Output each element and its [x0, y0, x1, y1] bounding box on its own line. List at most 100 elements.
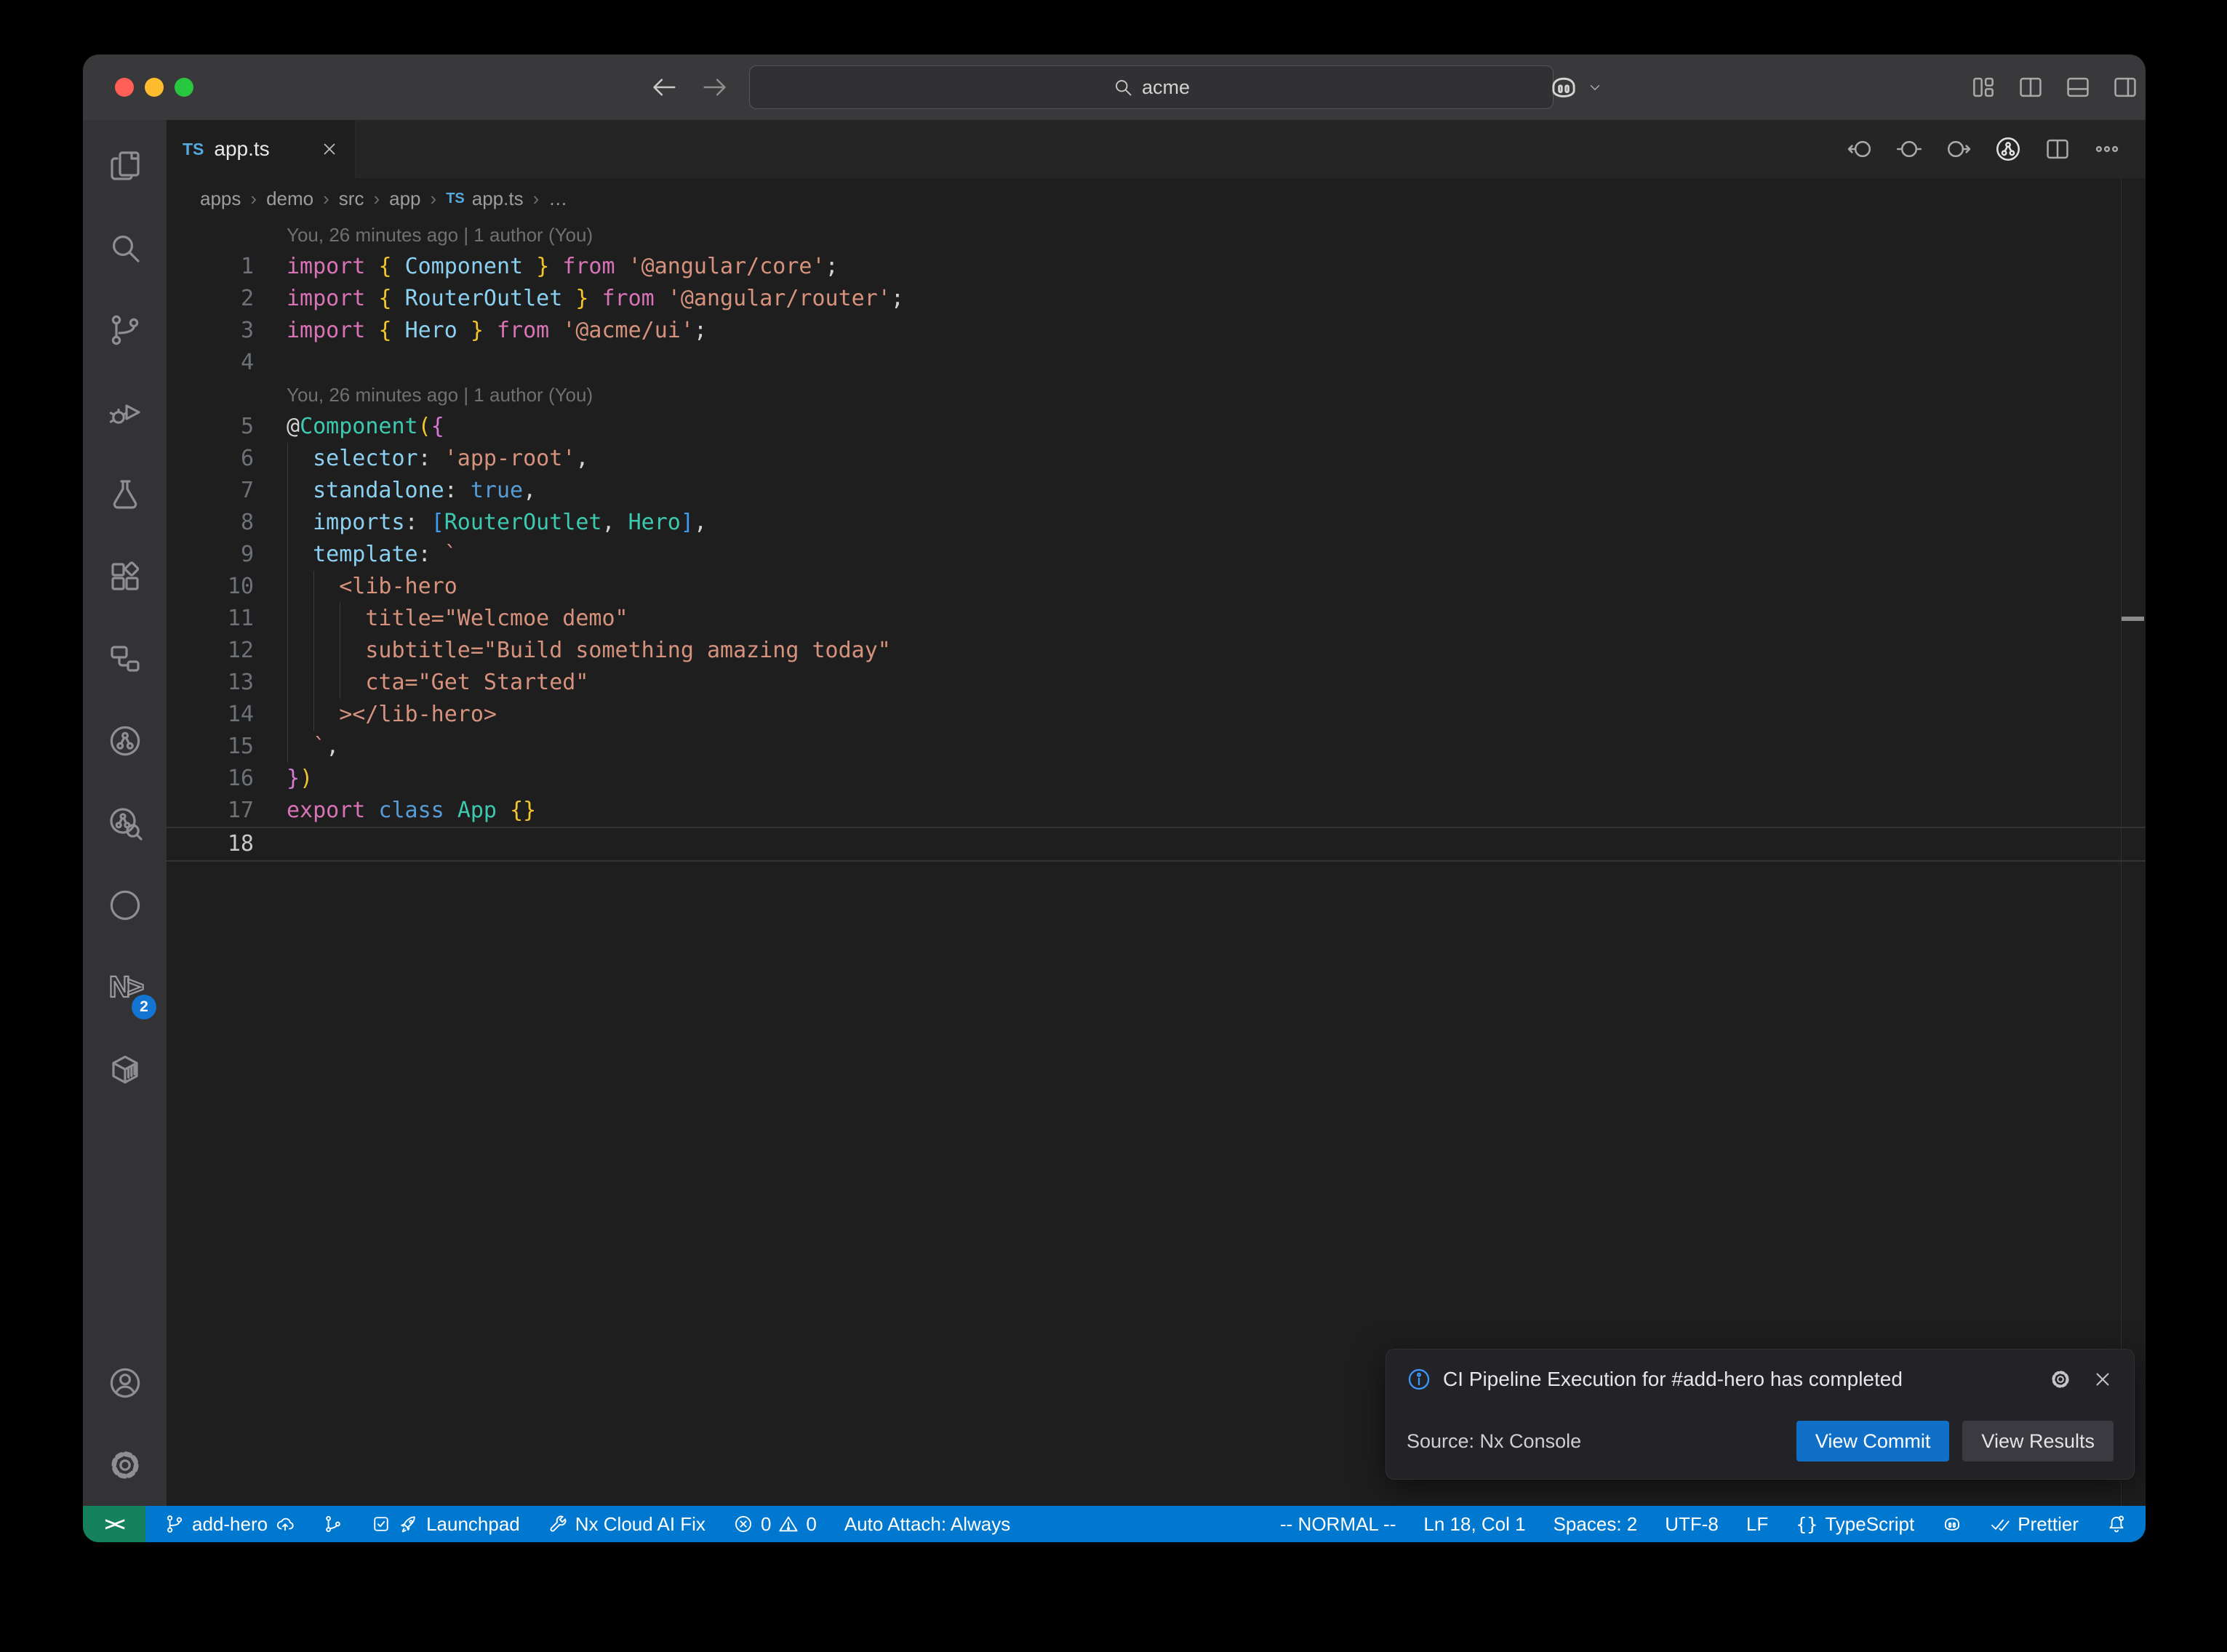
tab-close-button[interactable] [320, 140, 339, 159]
code-token: @ [287, 414, 300, 439]
status-item-auto-attach[interactable]: Auto Attach: Always [844, 1513, 1010, 1536]
code-token: ; [891, 286, 904, 311]
status-item-problems[interactable]: 00 [733, 1513, 817, 1536]
code-editor[interactable]: You, 26 minutes ago | 1 author (You)1imp… [167, 219, 2146, 1506]
view-commit-button[interactable]: View Commit [1796, 1421, 1950, 1461]
blame-annotation: You, 26 minutes ago | 1 author (You) [287, 379, 2146, 411]
toggle-secondary-sidebar-button[interactable] [2111, 73, 2139, 101]
code-token: RouterOutlet [405, 286, 563, 311]
activity-item-containers[interactable] [83, 1028, 167, 1110]
line-text: }) [287, 763, 2146, 795]
code-line: 1import { Component } from '@angular/cor… [167, 251, 2146, 283]
code-token: '@acme/ui' [562, 318, 694, 343]
activity-item-nx-graph-search[interactable] [83, 782, 167, 864]
graph-circle-icon [108, 723, 143, 758]
status-item-notifications-bell[interactable] [2106, 1514, 2127, 1534]
activity-item-nx-console[interactable]: N>2 [83, 946, 167, 1028]
breadcrumb-item-[interactable]: … [548, 188, 567, 210]
code-token: ( [418, 414, 431, 439]
status-item-vim-mode[interactable]: -- NORMAL -- [1280, 1513, 1396, 1536]
line-text: `, [287, 731, 2146, 763]
activity-item-nx-graph[interactable] [83, 699, 167, 782]
status-item-launchpad[interactable]: Launchpad [371, 1513, 520, 1536]
status-item-git-branch[interactable]: add-hero [164, 1513, 295, 1536]
split-editor-button[interactable] [2044, 135, 2071, 163]
nx-project-graph-button[interactable] [1994, 135, 2022, 163]
code-token: 'app-root' [444, 446, 576, 471]
status-item-eol[interactable]: LF [1746, 1513, 1768, 1536]
remote-indicator[interactable]: >< [83, 1506, 145, 1542]
status-item-commit-graph[interactable] [323, 1514, 343, 1534]
breadcrumb-item-src[interactable]: src [339, 188, 364, 210]
code-token: { [378, 318, 391, 343]
code-token [655, 286, 668, 311]
line-number: 11 [167, 603, 287, 635]
tab-app-ts[interactable]: TS app.ts [167, 120, 356, 178]
activity-item-explorer[interactable] [83, 124, 167, 206]
breadcrumb-item-app[interactable]: app [389, 188, 420, 210]
activity-item-settings[interactable] [83, 1424, 167, 1506]
customize-layout-button[interactable] [1970, 73, 1997, 101]
line-text: selector: 'app-root', [287, 443, 2146, 475]
activity-item-extensions[interactable] [83, 535, 167, 617]
status-item-language-mode[interactable]: {}TypeScript [1796, 1513, 1914, 1536]
activity-item-source-control[interactable] [83, 289, 167, 371]
copilot-menu[interactable] [1548, 55, 1603, 120]
command-center[interactable]: acme [749, 65, 1554, 109]
connected-boxes-icon [108, 641, 143, 676]
status-item-indentation[interactable]: Spaces: 2 [1554, 1513, 1638, 1536]
go-back-icon[interactable] [650, 73, 678, 101]
code-line: 17export class App {} [167, 795, 2146, 827]
split-editor-button[interactable] [2017, 73, 2044, 101]
status-item-encoding[interactable]: UTF-8 [1665, 1513, 1719, 1536]
code-line: 11 title="Welcmoe demo" [167, 603, 2146, 635]
notification-close-icon[interactable] [2092, 1368, 2114, 1390]
blame-row: You, 26 minutes ago | 1 author (You) [167, 379, 2146, 411]
zoom-window-button[interactable] [175, 78, 193, 97]
breadcrumb-item-demo[interactable]: demo [266, 188, 313, 210]
code-lines: You, 26 minutes ago | 1 author (You)1imp… [167, 219, 2146, 862]
line-text [287, 347, 2146, 379]
notification-settings-icon[interactable] [2050, 1368, 2071, 1390]
activity-item-accounts[interactable] [83, 1342, 167, 1424]
notification-source: Source: Nx Console [1407, 1430, 1581, 1453]
activity-item-testing[interactable] [83, 453, 167, 535]
activity-item-edge-browser[interactable] [83, 864, 167, 946]
blame-annotation: You, 26 minutes ago | 1 author (You) [287, 219, 2146, 251]
code-token: imports [313, 510, 404, 535]
status-item-prettier[interactable]: Prettier [1990, 1513, 2079, 1536]
minimize-window-button[interactable] [145, 78, 164, 97]
view-results-button[interactable]: View Results [1962, 1421, 2114, 1461]
graph-circle-icon [1994, 135, 2022, 163]
breadcrumb-item-appts[interactable]: TSapp.ts [446, 188, 523, 210]
nav-forward-button[interactable] [1945, 135, 1972, 163]
activity-item-search[interactable] [83, 206, 167, 289]
code-token: Hero [405, 318, 457, 343]
status-item-nx-cloud-ai-fix[interactable]: Nx Cloud AI Fix [548, 1513, 705, 1536]
status-item-cursor-position[interactable]: Ln 18, Col 1 [1423, 1513, 1525, 1536]
more-actions-button[interactable] [2093, 135, 2121, 163]
code-line: 2import { RouterOutlet } from '@angular/… [167, 283, 2146, 315]
nav-back-button[interactable] [1846, 135, 1874, 163]
activity-item-run-debug[interactable] [83, 371, 167, 453]
status-item-label: Spaces: 2 [1554, 1513, 1638, 1536]
activity-item-project-details[interactable] [83, 617, 167, 699]
status-item-label: Nx Cloud AI Fix [575, 1513, 705, 1536]
status-bar-left: add-hero Launchpad Nx Cloud AI Fix 00 Auto A… [145, 1506, 1010, 1542]
breadcrumb-item-apps[interactable]: apps [200, 188, 241, 210]
code-token [615, 254, 628, 279]
toggle-panel-button[interactable] [2064, 73, 2092, 101]
line-number: 3 [167, 315, 287, 347]
go-forward-icon[interactable] [701, 73, 729, 101]
status-item-copilot[interactable] [1942, 1514, 1962, 1534]
breadcrumb-separator: › [533, 188, 540, 210]
split-editor-icon [2017, 73, 2044, 101]
close-window-button[interactable] [115, 78, 134, 97]
nav-position-button[interactable] [1895, 135, 1923, 163]
nav-forward-icon [1945, 135, 1972, 163]
code-token: cta="Get Started" [287, 670, 588, 695]
breadcrumb-separator: › [323, 188, 329, 210]
code-token: ` [287, 734, 326, 759]
editor-actions [1846, 120, 2146, 178]
toggle-panel-icon [2064, 73, 2092, 101]
